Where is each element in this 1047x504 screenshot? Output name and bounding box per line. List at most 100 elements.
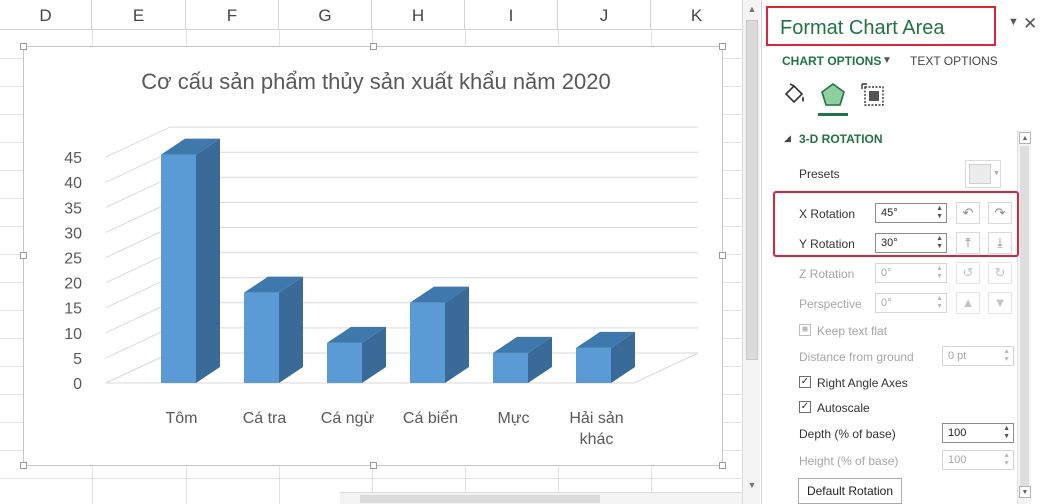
spinner-arrows-icon[interactable]: ▲ ▼: [936, 295, 943, 311]
y-tick-label: 5: [73, 351, 82, 368]
presets-swatch: [969, 164, 991, 184]
rotate-left-icon[interactable]: ↶: [956, 202, 980, 224]
resize-handle-right[interactable]: [719, 252, 726, 259]
spreadsheet-grid[interactable]: D E F G H I J K Cơ cấu sản phẩm thủy sản…: [0, 0, 742, 504]
bar-front: [244, 292, 279, 383]
side-wall-gridline: [105, 302, 171, 334]
y-rotation-value: 30°: [881, 237, 898, 249]
pane-scroll-thumb[interactable]: [1020, 146, 1029, 486]
column-headers: D E F G H I J K: [0, 0, 742, 30]
y-tick-label: 10: [64, 326, 82, 343]
resize-handle-bottom[interactable]: [370, 462, 377, 469]
spinner-arrows-icon[interactable]: ▲ ▼: [1003, 348, 1010, 364]
autoscale-checkbox[interactable]: ✓: [799, 401, 811, 413]
bar-front: [161, 154, 196, 383]
column-header-g[interactable]: G: [279, 0, 372, 30]
column-header-i[interactable]: I: [465, 0, 558, 30]
rotate-down-icon[interactable]: ⤓: [988, 232, 1012, 254]
fill-line-icon[interactable]: [780, 80, 810, 110]
resize-handle-bottom-left[interactable]: [20, 462, 27, 469]
y-rotation-input[interactable]: 30° ▲ ▼: [875, 233, 947, 253]
presets-dropdown[interactable]: ▼: [965, 160, 1001, 188]
right-angle-axes-checkbox[interactable]: ✓: [799, 376, 811, 388]
depth-input[interactable]: 100 ▲ ▼: [942, 423, 1014, 443]
x-rotation-label: X Rotation: [799, 207, 856, 221]
spinner-arrows-icon[interactable]: ▲ ▼: [936, 235, 943, 251]
presets-label: Presets: [799, 167, 840, 181]
x-category-label: Mực: [497, 410, 529, 427]
rotate-up-icon[interactable]: ⤒: [956, 232, 980, 254]
keep-text-flat-checkbox[interactable]: ■: [799, 324, 811, 336]
bar-side: [279, 276, 303, 383]
y-tick-label: 40: [64, 175, 82, 192]
widen-field-icon[interactable]: ▼: [988, 292, 1012, 314]
bar-front: [410, 302, 445, 383]
column-header-d[interactable]: D: [0, 0, 92, 30]
side-wall-gridline: [105, 352, 171, 384]
tab-text-options[interactable]: TEXT OPTIONS: [910, 54, 998, 68]
x-category-label: Tôm: [166, 410, 198, 427]
resize-handle-bottom-right[interactable]: [719, 462, 726, 469]
spinner-arrows-icon[interactable]: ▲ ▼: [936, 205, 943, 221]
active-category-underline: [818, 113, 848, 116]
rotate-clockwise-icon[interactable]: ↻: [988, 262, 1012, 284]
distance-from-ground-input[interactable]: 0 pt ▲ ▼: [942, 346, 1014, 366]
side-wall-gridline: [105, 227, 171, 258]
collapse-triangle-icon[interactable]: ◢: [784, 133, 791, 144]
column-header-f[interactable]: F: [186, 0, 279, 30]
bar-front: [493, 352, 528, 383]
pane-options-dropdown-icon[interactable]: ▼: [1008, 16, 1019, 28]
column-header-k[interactable]: K: [651, 0, 742, 30]
chart-title[interactable]: Cơ cấu sản phẩm thủy sản xuất khẩu năm 2…: [141, 69, 610, 94]
close-icon[interactable]: ✕: [1023, 14, 1037, 34]
column-header-j[interactable]: J: [558, 0, 651, 30]
perspective-input[interactable]: 0° ▲ ▼: [875, 293, 947, 313]
column-header-h[interactable]: H: [372, 0, 465, 30]
spinner-arrows-icon[interactable]: ▲ ▼: [936, 265, 943, 281]
default-rotation-button[interactable]: Default Rotation: [798, 478, 902, 504]
y-tick-label: 25: [64, 251, 82, 268]
narrow-field-icon[interactable]: ▲: [956, 292, 980, 314]
resize-handle-top-left[interactable]: [20, 43, 27, 50]
effects-pentagon-icon[interactable]: [818, 80, 848, 110]
perspective-label: Perspective: [799, 297, 862, 311]
horizontal-scroll-thumb[interactable]: [360, 495, 600, 503]
resize-handle-left[interactable]: [20, 252, 27, 259]
size-properties-icon[interactable]: [858, 80, 888, 110]
distance-from-ground-label: Distance from ground: [799, 350, 914, 364]
side-wall-gridline: [105, 176, 171, 208]
pane-scroll-down-icon[interactable]: ▼: [1019, 486, 1031, 498]
resize-handle-top[interactable]: [370, 43, 377, 50]
vertical-scrollbar[interactable]: ▲ ▼: [742, 0, 760, 504]
chart-area[interactable]: Cơ cấu sản phẩm thủy sản xuất khẩu năm 2…: [20, 43, 726, 469]
pane-vertical-scrollbar[interactable]: ▲ ▼: [1017, 130, 1031, 504]
resize-handle-top-right[interactable]: [719, 43, 726, 50]
y-tick-label: 15: [64, 301, 82, 318]
spinner-arrows-icon[interactable]: ▲ ▼: [1003, 452, 1010, 468]
spinner-arrows-icon[interactable]: ▲ ▼: [1003, 425, 1010, 441]
side-wall-gridline: [105, 252, 171, 284]
bar-front: [576, 347, 611, 383]
bar-side: [445, 286, 469, 383]
side-wall-gridline: [105, 277, 171, 309]
bar-side: [196, 138, 220, 383]
pane-scroll-up-icon[interactable]: ▲: [1019, 132, 1031, 144]
autoscale-label: Autoscale: [817, 401, 870, 415]
tab-chart-options[interactable]: CHART OPTIONS: [782, 54, 881, 68]
x-rotation-input[interactable]: 45° ▲ ▼: [875, 203, 947, 223]
rotate-right-icon[interactable]: ↷: [988, 202, 1012, 224]
z-rotation-input[interactable]: 0° ▲ ▼: [875, 263, 947, 283]
scroll-down-arrow-icon[interactable]: ▼: [743, 478, 761, 492]
rotate-counterclockwise-icon[interactable]: ↺: [956, 262, 980, 284]
scroll-up-arrow-icon[interactable]: ▲: [743, 2, 761, 16]
chevron-down-icon[interactable]: ▼: [882, 55, 892, 66]
height-input[interactable]: 100 ▲ ▼: [942, 450, 1014, 470]
column-header-e[interactable]: E: [92, 0, 186, 30]
x-category-label: Cá tra: [243, 410, 287, 427]
vertical-scroll-thumb[interactable]: [746, 20, 758, 360]
horizontal-scrollbar[interactable]: [340, 492, 742, 504]
perspective-value: 0°: [881, 297, 892, 309]
plot-area[interactable]: 0 5 10 15 20 25 30 35 40 45 Tôm Cá tra Cá ngừ Cá biển…: [64, 126, 699, 448]
section-3d-rotation[interactable]: 3-D ROTATION: [799, 132, 883, 146]
height-value: 100: [948, 454, 967, 466]
